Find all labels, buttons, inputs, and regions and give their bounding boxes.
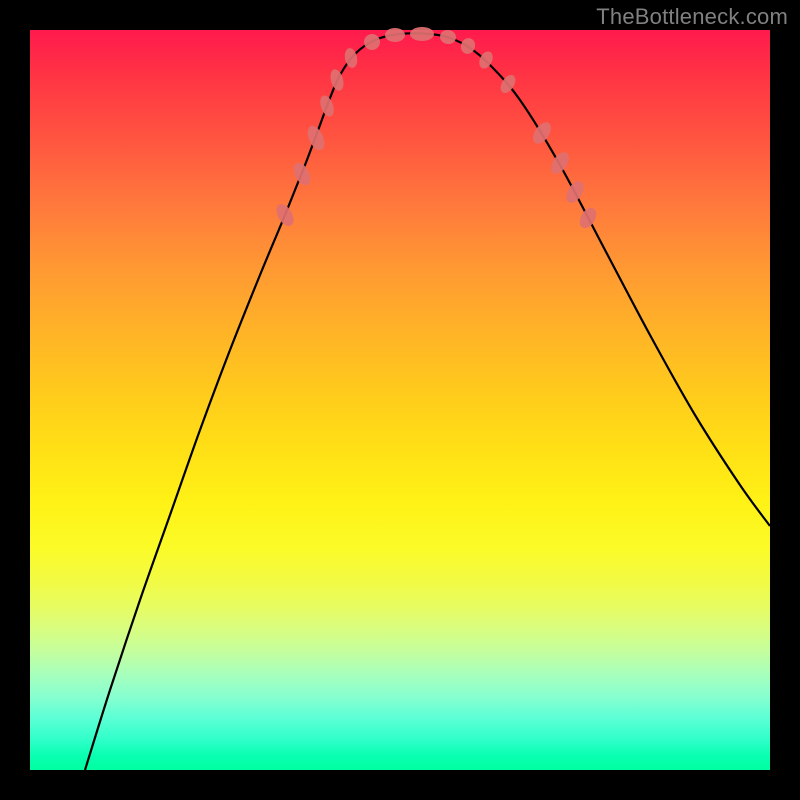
plot-area	[30, 30, 770, 770]
data-marker	[410, 27, 434, 41]
data-marker	[439, 29, 457, 45]
data-marker	[318, 94, 337, 119]
curve-layer	[30, 30, 770, 770]
data-marker	[529, 119, 554, 147]
bottleneck-curve	[85, 33, 770, 770]
data-marker	[576, 205, 599, 231]
data-marker	[385, 28, 405, 42]
data-marker	[290, 160, 314, 188]
data-marker	[304, 123, 327, 152]
watermark-label: TheBottleneck.com	[596, 4, 788, 30]
data-marker	[563, 178, 588, 206]
chart-frame: TheBottleneck.com	[0, 0, 800, 800]
data-marker	[273, 201, 297, 229]
data-marker	[364, 34, 380, 50]
data-marker	[459, 36, 477, 56]
data-marker	[547, 149, 572, 177]
